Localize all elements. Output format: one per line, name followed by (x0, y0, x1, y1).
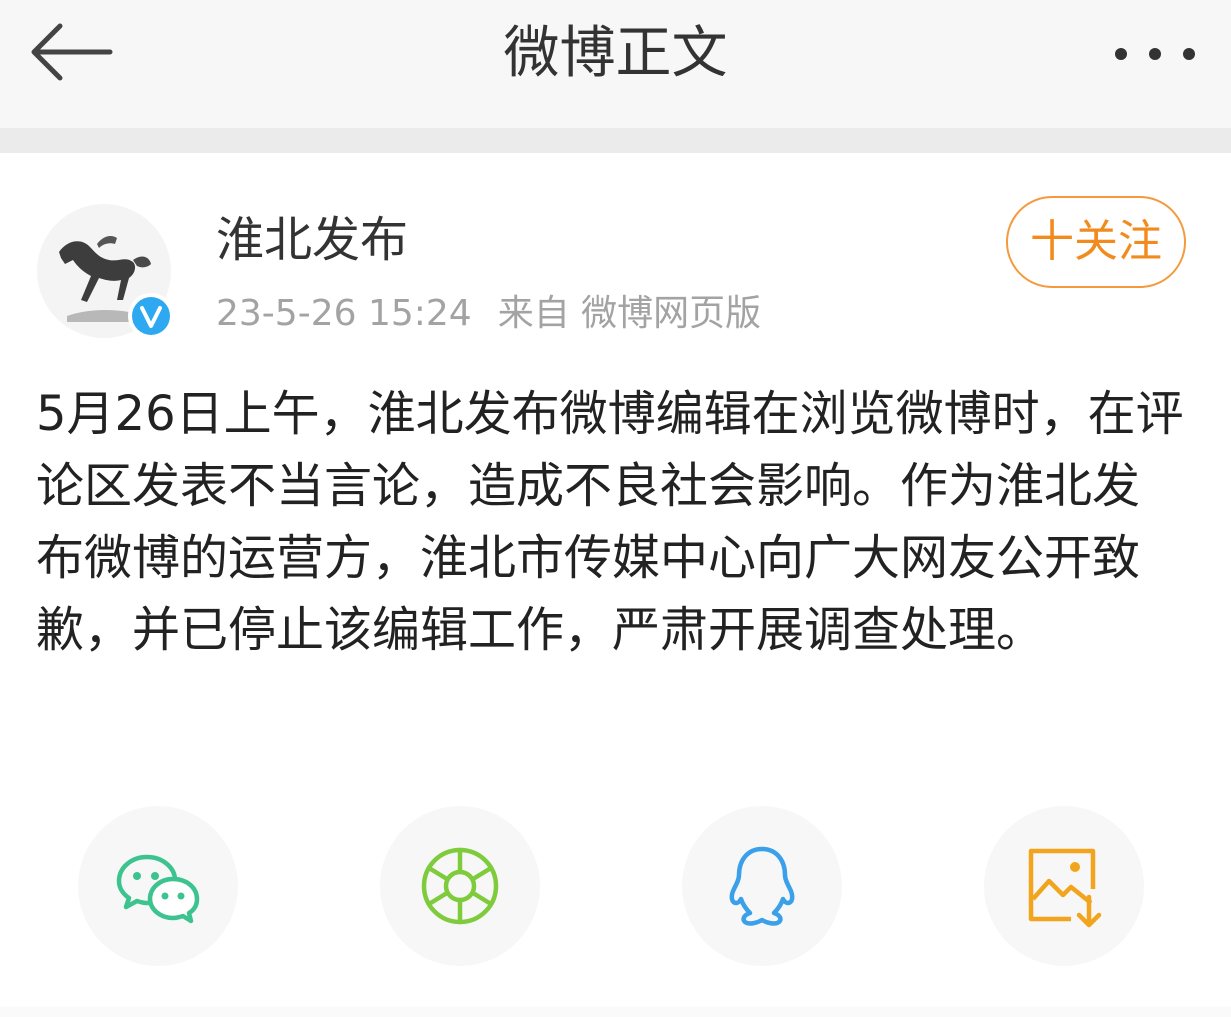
header-separator (0, 128, 1231, 153)
post-source: 来自 微博网页版 (497, 293, 762, 334)
bottom-divider (0, 1007, 1231, 1017)
save-image-button[interactable] (984, 806, 1144, 966)
share-moments-button[interactable] (380, 806, 540, 966)
post-timestamp: 23-5-26 15:24 (216, 293, 472, 334)
more-dots-icon (1115, 48, 1195, 60)
share-qq-button[interactable] (682, 806, 842, 966)
post-body-text: 5月26日上午，淮北发布微博编辑在浏览微博时，在评论区发表不当言论，造成不良社会… (36, 386, 1184, 658)
verified-badge (126, 291, 176, 341)
page-title: 微博正文 (503, 21, 728, 86)
qq-icon (729, 846, 795, 926)
moments-icon (421, 847, 499, 925)
top-bar: 微博正文 (0, 0, 1231, 128)
post-meta: 23-5-26 15:24 来自 微博网页版 (216, 290, 761, 338)
more-button[interactable] (1105, 26, 1205, 82)
author-name[interactable]: 淮北发布 (216, 207, 408, 273)
verified-v-badge-icon (128, 293, 174, 339)
share-wechat-button[interactable] (78, 806, 238, 966)
follow-button[interactable]: 十关注 (1006, 196, 1186, 288)
save-image-icon (1028, 848, 1102, 928)
wechat-icon (116, 854, 200, 924)
